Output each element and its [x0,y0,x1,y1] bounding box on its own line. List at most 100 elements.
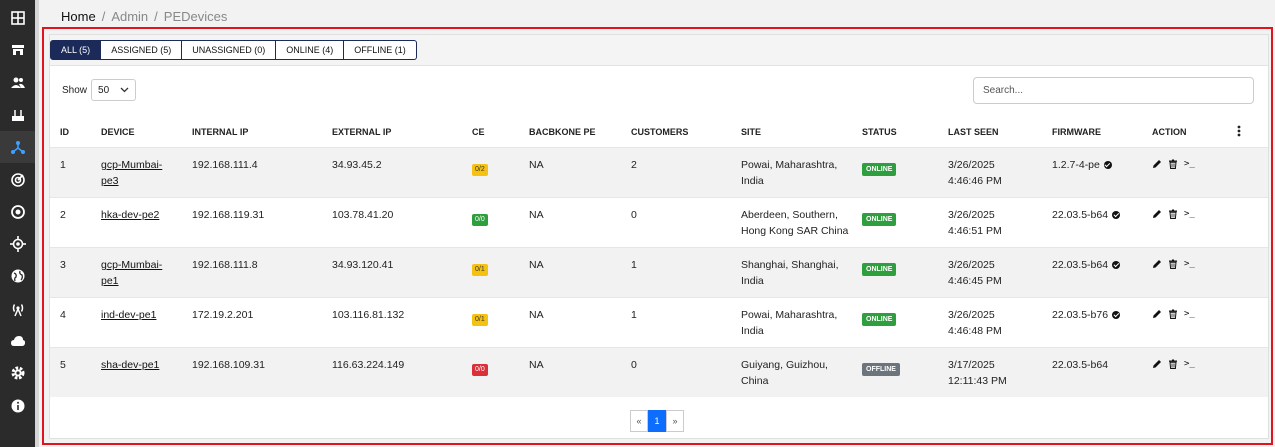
sidebar-item[interactable] [0,196,35,228]
check-circle-icon [1103,161,1112,169]
show-label: Show [62,84,88,96]
target-icon [10,204,25,219]
cell-internal-ip: 192.168.119.31 [192,209,265,221]
edit-icon[interactable] [1152,209,1162,219]
breadcrumb-home[interactable]: Home [61,9,96,24]
cell-firmware: 1.2.7-4-pe [1052,157,1112,173]
table-row: 3 gcp-Mumbai-pe1 192.168.111.8 34.93.120.41… [50,247,1268,297]
column-header[interactable]: ID [60,127,69,137]
sidebar-item[interactable] [0,67,35,99]
cell-internal-ip: 192.168.111.4 [192,159,258,171]
column-header[interactable]: INTERNAL IP [192,127,248,137]
globe-icon [11,269,24,283]
terminal-icon[interactable]: >_ [1184,209,1195,219]
table-row: 1 gcp-Mumbai-pe3 192.168.111.4 34.93.45.2 0/… [50,147,1268,197]
row-actions: >_ [1152,209,1195,219]
edit-icon[interactable] [1152,309,1162,319]
column-header[interactable]: EXTERNAL IP [332,127,391,137]
terminal-icon[interactable]: >_ [1184,359,1195,369]
sidebar-item[interactable] [0,228,35,260]
pagination: « 1 » [630,410,684,432]
delete-icon[interactable] [1168,359,1178,369]
crosshair-icon [9,236,26,253]
cell-site: Powai, Maharashtra, India [741,159,838,187]
delete-icon[interactable] [1168,309,1178,319]
column-header[interactable]: CUSTOMERS [631,127,688,137]
cell-site: Aberdeen, Southern, Hong Kong SAR China [741,209,849,237]
cell-customers: 0 [631,359,637,371]
cell-internal-ip: 172.19.2.201 [192,309,254,321]
edit-icon[interactable] [1152,259,1162,269]
status-badge: ONLINE [862,310,897,326]
sidebar-item[interactable] [0,131,35,164]
page-size-select[interactable]: 50 [91,79,137,101]
tab-filter[interactable]: OFFLINE (1) [344,40,417,60]
column-header[interactable]: BACBKONE PE [529,127,596,137]
ce-badge: 0/0 [472,360,488,376]
cell-customers: 2 [631,159,637,171]
column-header[interactable]: STATUS [862,127,897,137]
tab-filter[interactable]: UNASSIGNED (0) [182,40,277,60]
delete-icon[interactable] [1168,159,1178,169]
breadcrumb-current: PEDevices [163,9,228,24]
cell-firmware: 22.03.5-b64 [1052,257,1121,273]
delete-icon[interactable] [1168,259,1178,269]
tab-filter[interactable]: ONLINE (4) [276,40,345,60]
column-header[interactable]: FIRMWARE [1052,127,1101,137]
check-circle-icon [1112,211,1121,219]
row-actions: >_ [1152,259,1195,269]
sidebar-item[interactable] [0,99,35,131]
pagination-prev[interactable]: « [630,410,648,432]
device-link[interactable]: hka-dev-pe2 [101,207,159,223]
settings-icon [11,366,24,380]
device-link[interactable]: gcp-Mumbai-pe1 [101,257,162,289]
column-menu-icon[interactable] [1237,125,1241,137]
sidebar-item[interactable] [0,260,35,292]
cell-internal-ip: 192.168.109.31 [192,359,265,371]
sidebar-item[interactable] [0,390,35,422]
sidebar-item[interactable] [0,34,35,66]
cell-id: 2 [60,209,66,221]
breadcrumb-separator: / [101,9,106,24]
sidebar-item[interactable] [0,357,35,389]
cell-external-ip: 103.116.81.132 [332,309,405,321]
cell-id: 1 [60,159,66,171]
cloud-icon [10,336,25,346]
column-header[interactable]: ACTION [1152,127,1187,137]
cell-external-ip: 103.78.41.20 [332,209,394,221]
delete-icon[interactable] [1168,209,1178,219]
sidebar-item[interactable] [0,325,35,357]
terminal-icon[interactable]: >_ [1184,259,1195,269]
edit-icon[interactable] [1152,159,1162,169]
tab-filter[interactable]: ALL (5) [50,40,102,60]
search-input[interactable] [973,77,1254,104]
cell-firmware: 22.03.5-b64 [1052,207,1121,223]
column-header[interactable]: SITE [741,127,761,137]
sidebar-item[interactable] [0,2,35,34]
column-header[interactable]: CE [472,127,485,137]
terminal-icon[interactable]: >_ [1184,309,1195,319]
antenna-icon [12,303,23,316]
sidebar-item[interactable] [0,293,35,325]
device-link[interactable]: ind-dev-pe1 [101,307,156,323]
cell-last-seen: 3/17/2025 12:11:43 PM [948,359,1007,387]
chevron-down-icon [120,87,129,93]
status-badge: ONLINE [862,210,897,226]
device-link[interactable]: sha-dev-pe1 [101,357,159,373]
status-badge: ONLINE [862,260,897,276]
tab-filter[interactable]: ASSIGNED (5) [101,40,183,60]
breadcrumb-separator: / [154,9,158,24]
edit-icon[interactable] [1152,359,1162,369]
sidebar [0,0,39,447]
pagination-page[interactable]: 1 [648,410,666,432]
sidebar-item[interactable] [0,164,35,196]
column-header[interactable]: LAST SEEN [948,127,999,137]
breadcrumb-admin[interactable]: Admin [111,9,148,24]
column-header[interactable]: DEVICE [101,127,135,137]
breadcrumb: Home / Admin / PEDevices [61,9,227,24]
cell-internal-ip: 192.168.111.8 [192,259,258,271]
terminal-icon[interactable]: >_ [1184,159,1195,169]
pagination-next[interactable]: » [666,410,684,432]
cell-customers: 0 [631,209,637,221]
device-link[interactable]: gcp-Mumbai-pe3 [101,157,162,189]
